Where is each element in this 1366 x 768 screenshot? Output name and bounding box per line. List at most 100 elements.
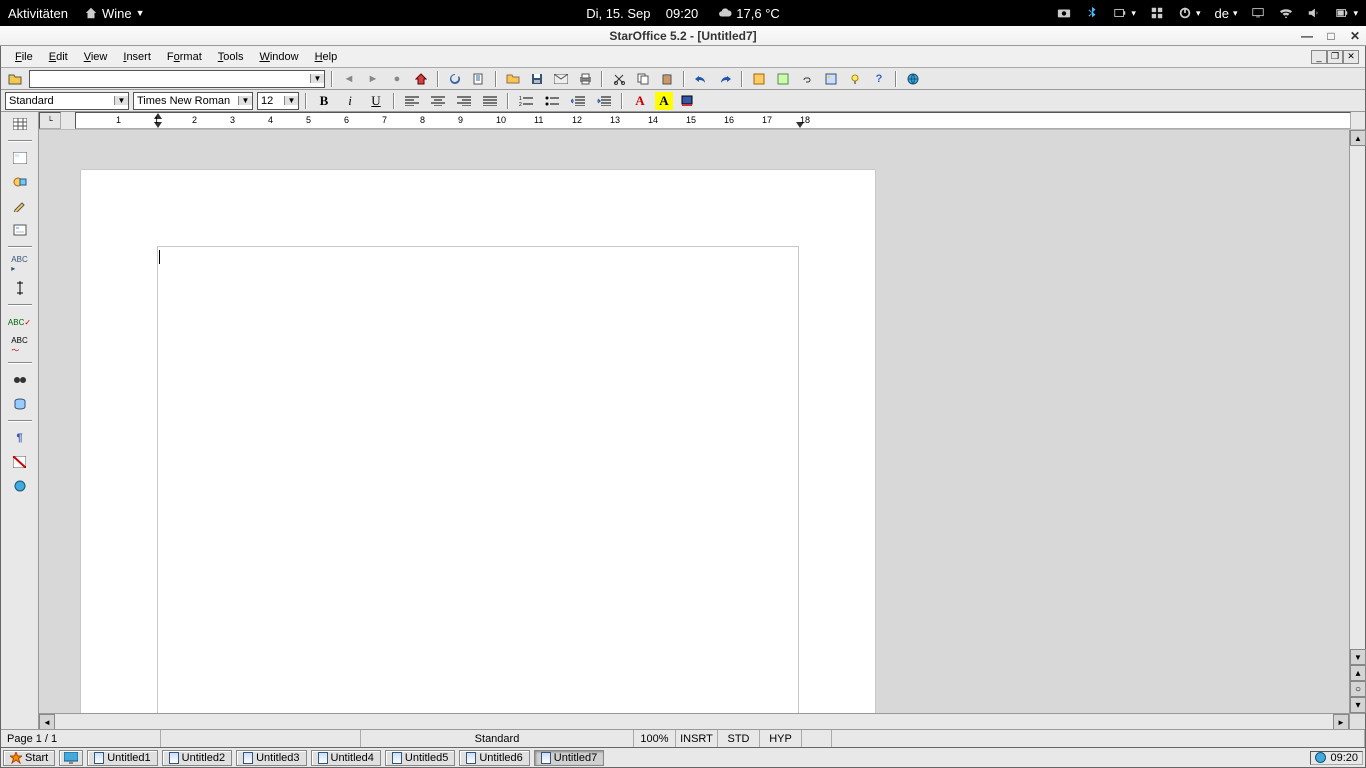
taskbar-doc-untitled6[interactable]: Untitled6	[459, 750, 529, 766]
menu-format[interactable]: Format	[159, 49, 210, 65]
paragraph-style-combo[interactable]: ▼	[5, 92, 129, 110]
direct-cursor-button[interactable]	[9, 278, 31, 298]
paragraph-style-input[interactable]	[6, 95, 114, 107]
data-source-button[interactable]	[9, 394, 31, 414]
align-right-button[interactable]	[453, 92, 475, 110]
menu-edit[interactable]: Edit	[41, 49, 76, 65]
url-combo[interactable]: ▼	[29, 70, 325, 88]
nav-back-button[interactable]: ◄	[339, 70, 359, 88]
insert-object-button[interactable]	[9, 172, 31, 192]
help-button[interactable]: ?	[869, 70, 889, 88]
menu-view[interactable]: View	[76, 49, 116, 65]
align-left-button[interactable]	[401, 92, 423, 110]
minimize-button[interactable]: —	[1300, 29, 1314, 43]
nav-stop-button[interactable]: ●	[387, 70, 407, 88]
spellcheck-button[interactable]: ABC✓	[9, 312, 31, 332]
document-viewport[interactable]	[39, 130, 1349, 713]
print-button[interactable]	[575, 70, 595, 88]
next-page-button[interactable]: ▾	[1350, 697, 1366, 713]
scroll-left-button[interactable]: ◄	[39, 714, 55, 730]
taskbar-doc-untitled5[interactable]: Untitled5	[385, 750, 455, 766]
insert-table-button[interactable]	[9, 114, 31, 134]
font-color-button[interactable]: A	[629, 92, 651, 110]
highlight-button[interactable]: A	[655, 92, 673, 110]
insert-fields-button[interactable]	[9, 148, 31, 168]
undo-button[interactable]	[691, 70, 711, 88]
reload-button[interactable]	[445, 70, 465, 88]
font-size-combo[interactable]: ▼	[257, 92, 299, 110]
vertical-scrollbar[interactable]: ▲ ▼ ▴ ○ ▾	[1349, 130, 1365, 713]
nav-forward-button[interactable]: ►	[363, 70, 383, 88]
wine-menu[interactable]: Wine ▼	[84, 6, 145, 21]
url-input[interactable]	[30, 73, 310, 85]
stylist-button[interactable]	[773, 70, 793, 88]
ruler-corner[interactable]: └	[39, 112, 61, 129]
nav-dial-button[interactable]: ○	[1350, 681, 1366, 697]
autospell-button[interactable]: ABC～	[9, 336, 31, 356]
navigator-button[interactable]	[749, 70, 769, 88]
dropdown-icon[interactable]: ▼	[238, 96, 252, 105]
increase-indent-button[interactable]	[593, 92, 615, 110]
document-page[interactable]	[81, 170, 875, 713]
menu-tools[interactable]: Tools	[210, 49, 252, 65]
scroll-down-button[interactable]: ▼	[1350, 649, 1366, 665]
taskbar-doc-untitled7[interactable]: Untitled7	[534, 750, 604, 766]
explorer-button[interactable]	[5, 70, 25, 88]
cut-button[interactable]	[609, 70, 629, 88]
camera-icon[interactable]	[1057, 6, 1071, 20]
tray-power-menu[interactable]: ▾	[1178, 6, 1201, 20]
bullet-list-button[interactable]	[541, 92, 563, 110]
mail-button[interactable]	[551, 70, 571, 88]
close-button[interactable]: ✕	[1348, 29, 1362, 43]
underline-button[interactable]: U	[365, 92, 387, 110]
edit-file-button[interactable]	[469, 70, 489, 88]
scroll-track[interactable]	[55, 714, 1333, 729]
decrease-indent-button[interactable]	[567, 92, 589, 110]
edit-autotext-button[interactable]: ABC▸	[9, 254, 31, 274]
prev-page-button[interactable]: ▴	[1350, 665, 1366, 681]
align-center-button[interactable]	[427, 92, 449, 110]
window-titlebar[interactable]: StarOffice 5.2 - [Untitled7] — □ ✕	[0, 26, 1366, 46]
scroll-track[interactable]	[1350, 146, 1365, 649]
tray-battery-menu[interactable]: ▾	[1113, 6, 1136, 20]
font-size-input[interactable]	[258, 95, 284, 107]
taskbar-doc-untitled1[interactable]: Untitled1	[87, 750, 157, 766]
keyboard-layout[interactable]: de ▾	[1214, 6, 1237, 21]
form-button[interactable]	[9, 220, 31, 240]
hyperlink-button[interactable]	[797, 70, 817, 88]
menu-help[interactable]: Help	[307, 49, 346, 65]
os-clock[interactable]: Di, 15. Sep 09:20	[586, 6, 698, 21]
nav-home-button[interactable]	[411, 70, 431, 88]
volume-icon[interactable]	[1307, 6, 1321, 20]
background-color-button[interactable]	[677, 92, 699, 110]
desktop-button[interactable]	[59, 750, 83, 766]
start-button[interactable]: Start	[3, 750, 55, 766]
save-button[interactable]	[527, 70, 547, 88]
mdi-minimize[interactable]: _	[1311, 50, 1327, 64]
paste-button[interactable]	[657, 70, 677, 88]
taskbar-doc-untitled3[interactable]: Untitled3	[236, 750, 306, 766]
status-zoom[interactable]: 100%	[634, 730, 676, 747]
taskbar-doc-untitled4[interactable]: Untitled4	[311, 750, 381, 766]
menu-insert[interactable]: Insert	[115, 49, 159, 65]
status-selmode[interactable]: STD	[718, 730, 760, 747]
dropdown-icon[interactable]: ▼	[284, 96, 298, 105]
online-layout-button[interactable]	[9, 476, 31, 496]
status-insert[interactable]: INSRT	[676, 730, 718, 747]
gallery-button[interactable]	[821, 70, 841, 88]
open-button[interactable]	[503, 70, 523, 88]
nonprinting-chars-button[interactable]: ¶	[9, 428, 31, 448]
status-hyp[interactable]: HYP	[760, 730, 802, 747]
dropdown-icon[interactable]: ▼	[310, 74, 324, 83]
font-name-input[interactable]	[134, 95, 238, 107]
graphics-onoff-button[interactable]	[9, 452, 31, 472]
status-style[interactable]: Standard	[361, 730, 634, 747]
mdi-restore[interactable]: ❐	[1327, 50, 1343, 64]
os-weather[interactable]: 17,6 °C	[718, 6, 780, 21]
bluetooth-icon[interactable]	[1085, 6, 1099, 20]
screen-icon[interactable]	[1251, 6, 1265, 20]
grid-icon[interactable]	[1150, 6, 1164, 20]
font-name-combo[interactable]: ▼	[133, 92, 253, 110]
number-list-button[interactable]: 12	[515, 92, 537, 110]
scroll-right-button[interactable]: ►	[1333, 714, 1349, 730]
